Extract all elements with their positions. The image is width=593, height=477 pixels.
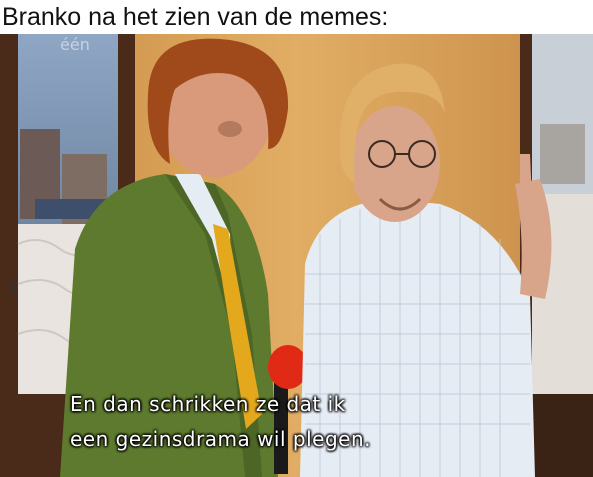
meme-caption: Branko na het zien van de memes: <box>2 3 389 31</box>
subtitle-line-1: En dan schrikken ze dat ik <box>70 392 346 416</box>
channel-logo: één <box>60 35 90 54</box>
subtitle-line-2: een gezinsdrama wil plegen. <box>70 427 371 451</box>
chevron-left-icon[interactable]: ‹ <box>8 268 20 303</box>
video-still: één En dan schrikken ze dat ik een gezin… <box>0 34 593 477</box>
